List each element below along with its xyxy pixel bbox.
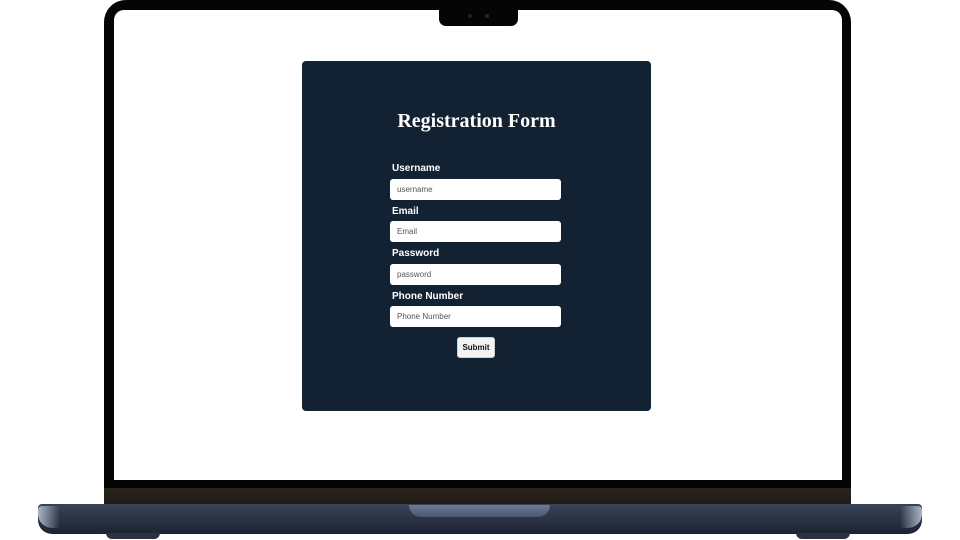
laptop-foot-right xyxy=(796,533,850,539)
camera-notch xyxy=(439,7,518,26)
username-label: Username xyxy=(392,163,441,174)
username-input[interactable] xyxy=(390,179,561,200)
password-input[interactable] xyxy=(390,264,561,285)
camera-icon xyxy=(468,14,472,18)
password-label: Password xyxy=(392,248,440,259)
email-label: Email xyxy=(392,206,419,217)
laptop-opening-scoop xyxy=(409,505,550,517)
phone-number-input[interactable] xyxy=(390,306,561,327)
email-input[interactable] xyxy=(390,221,561,242)
submit-button[interactable]: Submit xyxy=(457,337,495,358)
camera-indicator-icon xyxy=(485,14,489,18)
form-title: Registration Form xyxy=(397,110,556,132)
laptop-foot-left xyxy=(106,533,160,539)
phone-number-label: Phone Number xyxy=(392,291,464,302)
